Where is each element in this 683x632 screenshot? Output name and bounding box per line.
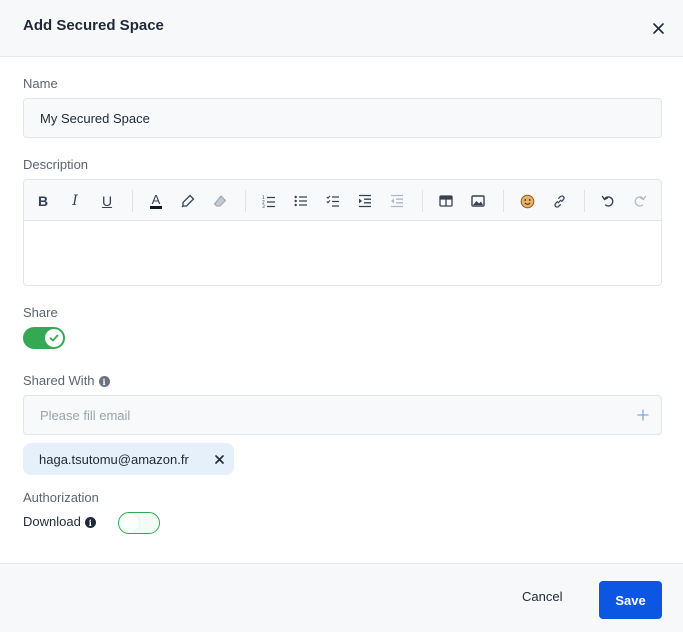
add-email-button[interactable] bbox=[633, 405, 653, 425]
image-button[interactable] bbox=[467, 190, 489, 212]
toolbar-divider bbox=[584, 190, 585, 212]
bullet-list-button[interactable] bbox=[290, 190, 312, 212]
text-color-icon: A bbox=[149, 191, 163, 209]
info-icon: i bbox=[98, 376, 110, 388]
bullet-list-icon bbox=[294, 195, 307, 207]
plus-icon bbox=[637, 409, 649, 421]
email-input[interactable] bbox=[23, 395, 662, 435]
outdent-button[interactable] bbox=[386, 190, 408, 212]
italic-icon: I bbox=[72, 193, 78, 209]
email-chip: haga.tsutomu@amazon.fr bbox=[23, 443, 234, 475]
download-toggle-knob bbox=[121, 514, 139, 532]
share-toggle[interactable] bbox=[23, 327, 65, 349]
name-label: Name bbox=[23, 76, 58, 91]
remove-email-button[interactable] bbox=[212, 452, 226, 466]
download-label: Download bbox=[23, 514, 81, 529]
table-button[interactable] bbox=[435, 190, 457, 212]
redo-button[interactable] bbox=[629, 190, 651, 212]
bold-button[interactable]: B bbox=[32, 190, 54, 212]
save-button[interactable]: Save bbox=[599, 581, 662, 619]
link-icon bbox=[553, 194, 565, 208]
highlight-icon bbox=[181, 194, 195, 208]
toolbar-divider bbox=[245, 190, 246, 212]
toolbar-divider bbox=[503, 190, 504, 212]
eraser-button[interactable] bbox=[209, 190, 231, 212]
info-icon: i bbox=[84, 517, 96, 529]
shared-with-label: Shared With bbox=[23, 373, 95, 388]
editor-toolbar: B I U A 1 2 3 bbox=[24, 180, 661, 221]
indent-button[interactable] bbox=[354, 190, 376, 212]
close-icon bbox=[214, 454, 224, 464]
undo-button[interactable] bbox=[597, 190, 619, 212]
toolbar-divider bbox=[422, 190, 423, 212]
bold-icon: B bbox=[37, 193, 49, 209]
close-button[interactable] bbox=[648, 18, 668, 38]
eraser-icon bbox=[213, 195, 227, 207]
download-label-row: Download i bbox=[23, 514, 96, 529]
shared-with-label-row: Shared With i bbox=[23, 373, 110, 388]
highlight-button[interactable] bbox=[177, 190, 199, 212]
toolbar-divider bbox=[132, 190, 133, 212]
emoji-icon bbox=[520, 194, 534, 208]
italic-button[interactable]: I bbox=[64, 190, 86, 212]
indent-icon bbox=[359, 194, 371, 208]
svg-text:3: 3 bbox=[262, 204, 265, 208]
outdent-icon bbox=[391, 194, 403, 208]
name-input[interactable] bbox=[23, 98, 662, 138]
description-label: Description bbox=[23, 157, 89, 172]
text-color-button[interactable]: A bbox=[145, 190, 167, 212]
dialog-title: Add Secured Space bbox=[23, 17, 164, 34]
description-editor: B I U A 1 2 3 bbox=[23, 179, 662, 286]
cancel-button[interactable]: Cancel bbox=[522, 589, 562, 604]
close-icon bbox=[652, 22, 664, 34]
dialog-header: Add Secured Space bbox=[0, 0, 683, 57]
share-label: Share bbox=[23, 305, 58, 320]
checklist-icon bbox=[326, 195, 339, 207]
numbered-list-button[interactable]: 1 2 3 bbox=[258, 190, 280, 212]
redo-icon bbox=[634, 195, 647, 207]
table-icon bbox=[439, 195, 453, 207]
checklist-button[interactable] bbox=[322, 190, 344, 212]
check-icon bbox=[49, 334, 59, 342]
description-editor-body[interactable] bbox=[24, 221, 661, 285]
image-icon bbox=[471, 195, 485, 207]
emoji-button[interactable] bbox=[516, 190, 538, 212]
numbered-list-icon: 1 2 3 bbox=[262, 195, 275, 208]
download-toggle[interactable] bbox=[118, 512, 160, 534]
share-toggle-knob bbox=[45, 329, 63, 347]
underline-icon: U bbox=[101, 193, 113, 209]
authorization-label: Authorization bbox=[23, 490, 99, 505]
dialog-footer: Cancel Save bbox=[0, 563, 683, 632]
undo-icon bbox=[601, 195, 614, 207]
add-secured-space-dialog: Add Secured Space Name Description B I U… bbox=[0, 0, 683, 632]
email-chip-label: haga.tsutomu@amazon.fr bbox=[39, 452, 189, 467]
link-button[interactable] bbox=[548, 190, 570, 212]
underline-button[interactable]: U bbox=[96, 190, 118, 212]
